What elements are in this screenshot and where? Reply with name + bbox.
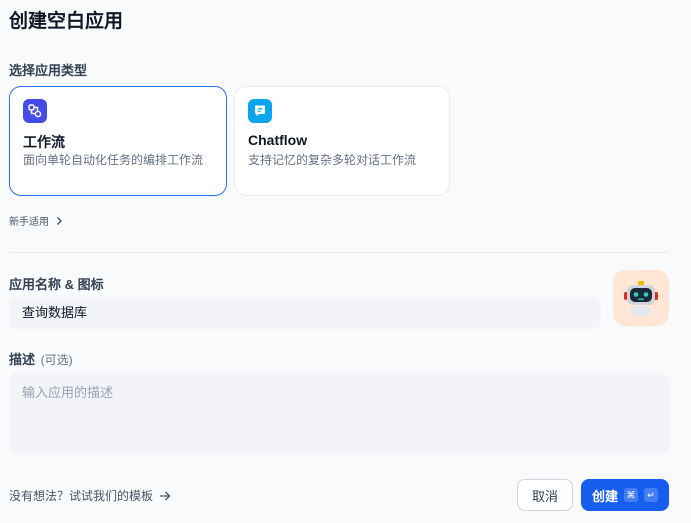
workflow-type-name: 工作流 [23, 134, 65, 150]
template-link-label: 没有想法？试试我们的模板 [9, 489, 154, 503]
beginner-toggle[interactable]: 新手适用 [9, 213, 63, 228]
workflow-icon [23, 99, 47, 123]
description-label-row: 描述 (可选) [9, 349, 73, 368]
cancel-button[interactable]: 取消 [517, 479, 573, 511]
workflow-type-desc: 面向单轮自动化任务的编排工作流 [23, 153, 204, 167]
robot-icon [624, 281, 658, 316]
app-type-label: 选择应用类型 [9, 63, 88, 78]
enter-key-icon: ↵ [644, 488, 658, 502]
create-button-label: 创建 [591, 488, 618, 504]
arrow-right-icon [160, 491, 171, 500]
cmd-key-icon: ⌘ [624, 488, 638, 502]
app-icon-picker[interactable] [613, 270, 669, 326]
description-textarea[interactable]: 输入应用的描述 [9, 373, 669, 453]
template-link[interactable]: 没有想法？试试我们的模板 [9, 487, 171, 504]
app-type-card-workflow[interactable]: 工作流 面向单轮自动化任务的编排工作流 [9, 86, 227, 196]
chatflow-type-desc: 支持记忆的复杂多轮对话工作流 [248, 153, 417, 167]
page-title: 创建空白应用 [9, 11, 124, 32]
divider [9, 252, 669, 253]
app-name-label: 应用名称 & 图标 [9, 277, 104, 292]
chatflow-icon [248, 99, 272, 123]
beginner-label: 新手适用 [9, 217, 49, 228]
description-label: 描述 [9, 352, 36, 367]
app-name-input[interactable]: 查询数据库 [9, 297, 601, 329]
create-button[interactable]: 创建 ⌘ ↵ [581, 479, 669, 511]
app-type-card-chatflow[interactable]: Chatflow 支持记忆的复杂多轮对话工作流 [234, 86, 450, 196]
chatflow-type-name: Chatflow [248, 132, 308, 148]
description-optional: (可选) [40, 353, 73, 367]
chevron-right-icon [57, 216, 62, 225]
